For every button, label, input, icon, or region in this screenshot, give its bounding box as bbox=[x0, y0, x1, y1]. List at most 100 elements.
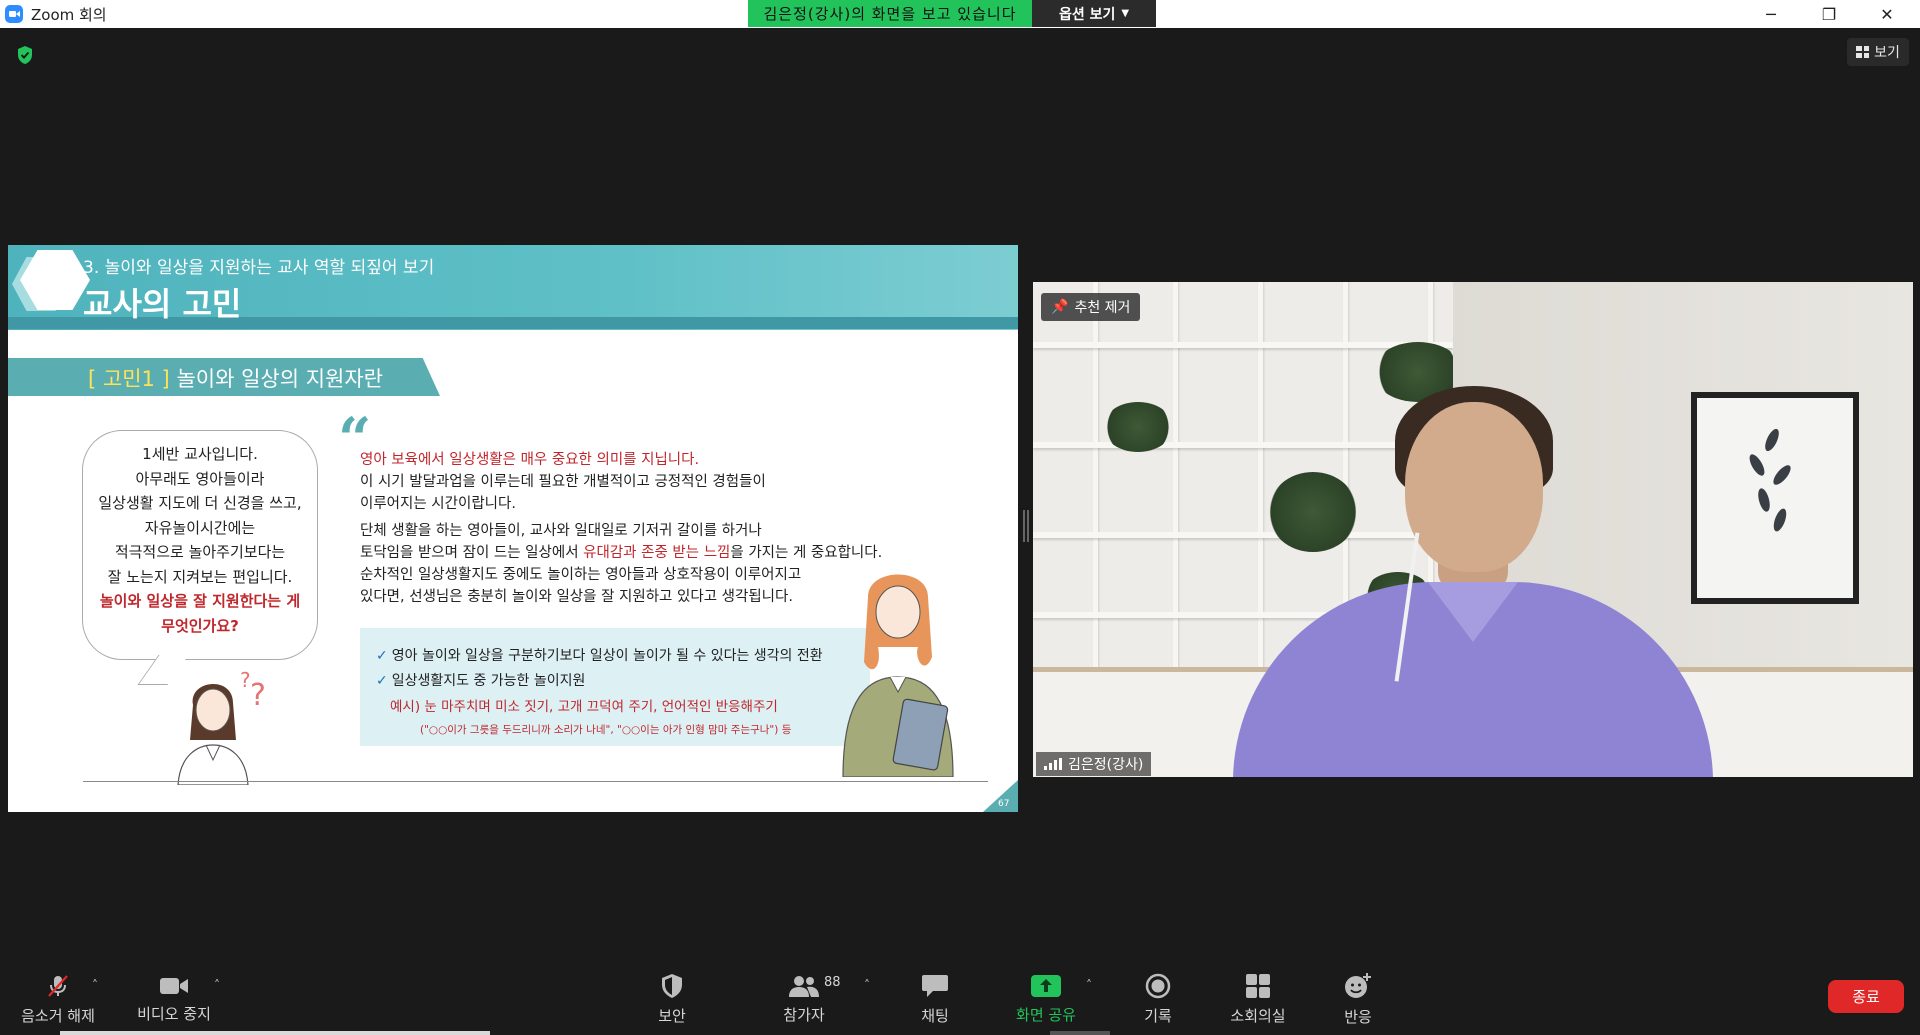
participants-icon bbox=[789, 975, 819, 997]
speech-line: 1세반 교사입니다. bbox=[142, 445, 258, 463]
share-options-caret[interactable]: ˄ bbox=[1086, 978, 1092, 992]
paragraph-2: 단체 생활을 하는 영아들이, 교사와 일대일로 기저귀 갈이를 하거나 토닥임… bbox=[360, 520, 882, 564]
paragraph-1: 영아 보육에서 일상생활은 매우 중요한 의미를 지닙니다. 이 시기 발달과업… bbox=[360, 449, 766, 515]
security-label: 보안 bbox=[658, 1006, 686, 1025]
share-screen-label: 화면 공유 bbox=[1016, 1005, 1076, 1024]
unmute-label: 음소거 해제 bbox=[21, 1006, 95, 1025]
reactions-label: 반응 bbox=[1344, 1007, 1372, 1026]
participants-button[interactable]: 참가자 bbox=[770, 963, 838, 1035]
leaf bbox=[1771, 507, 1789, 533]
speech-question: 놀이와 일상을 잘 지원한다는 게 무엇인가요? bbox=[99, 592, 301, 635]
record-button[interactable]: 기록 bbox=[1128, 963, 1188, 1035]
bottom-progress-bar bbox=[60, 1031, 490, 1035]
encryption-shield-icon[interactable] bbox=[16, 45, 34, 65]
shelf-board bbox=[1033, 442, 1453, 448]
chevron-down-icon: ▼ bbox=[1121, 8, 1130, 19]
plant bbox=[1103, 402, 1173, 452]
share-screen-button[interactable]: 화면 공유 bbox=[1008, 963, 1084, 1035]
floor-line bbox=[83, 781, 988, 782]
shield-icon bbox=[662, 973, 682, 998]
microphone-muted-icon bbox=[48, 974, 68, 997]
viewing-banner: 김은정(강사)의 화면을 보고 있습니다 bbox=[748, 0, 1032, 27]
note-example: 예시) 눈 마주치며 미소 짓기, 고개 끄덕여 주기, 언어적인 반응해주기 bbox=[390, 699, 778, 715]
paragraph-1-highlight: 영아 보육에서 일상생활은 매우 중요한 의미를 지닙니다. bbox=[360, 452, 700, 468]
smiley-add-icon bbox=[1345, 972, 1371, 998]
speech-line: 자유놀이시간에는 bbox=[144, 518, 256, 537]
leaf bbox=[1756, 487, 1772, 513]
leaf bbox=[1770, 462, 1794, 488]
paragraph-3-line: 있다면, 선생님은 충분히 놀이와 일상을 잘 지원하고 있다고 생각됩니다. bbox=[360, 589, 793, 605]
view-layout-button[interactable]: 보기 bbox=[1847, 38, 1909, 66]
slide-subtitle: 3. 놀이와 일상을 지원하는 교사 역할 되짚어 보기 bbox=[83, 258, 435, 278]
share-screen-icon bbox=[1031, 974, 1061, 997]
participant-face bbox=[1405, 402, 1543, 572]
teacher-thinking-illustration: ? ? bbox=[177, 668, 266, 785]
record-icon bbox=[1145, 973, 1171, 998]
paragraph-1-line: 이루어지는 시간이랍니다. bbox=[360, 496, 516, 512]
close-button[interactable]: ✕ bbox=[1858, 0, 1916, 28]
page-number: 67 bbox=[998, 799, 1010, 809]
audio-options-caret[interactable]: ˄ bbox=[92, 978, 98, 992]
breakout-rooms-icon bbox=[1246, 973, 1270, 998]
view-options-button[interactable]: 옵션 보기 ▼ bbox=[1032, 0, 1156, 27]
unpin-spotlight-button[interactable]: 📌 추천 제거 bbox=[1041, 293, 1141, 321]
end-meeting-button[interactable]: 종료 bbox=[1828, 980, 1904, 1013]
minimize-button[interactable]: ─ bbox=[1742, 0, 1800, 28]
note-item: ✓ 영아 놀이와 일상을 구분하기보다 일상이 놀이가 될 수 있다는 생각의 전… bbox=[376, 645, 823, 665]
splitter-handle[interactable] bbox=[1023, 510, 1029, 542]
participants-options-caret[interactable]: ˄ bbox=[864, 978, 870, 992]
note-item: ✓ 일상생활지도 중 가능한 놀이지원 bbox=[376, 670, 585, 690]
participants-label: 참가자 bbox=[783, 1005, 825, 1024]
plant bbox=[1268, 472, 1358, 552]
check-icon: ✓ bbox=[376, 673, 388, 689]
participant-name: 김은정(강사) bbox=[1068, 757, 1144, 773]
participant-video-tile[interactable] bbox=[1033, 282, 1913, 777]
speech-line: 적극적으로 놀아주기보다는 bbox=[114, 543, 286, 561]
svg-text:?: ? bbox=[240, 668, 251, 692]
zoom-window: Zoom 회의 김은정(강사)의 화면을 보고 있습니다 옵션 보기 ▼ ─ ❐… bbox=[0, 0, 1920, 1035]
check-icon: ✓ bbox=[376, 648, 388, 664]
window-title: Zoom 회의 bbox=[31, 5, 107, 24]
grid-icon bbox=[1856, 46, 1870, 58]
breakout-rooms-button[interactable]: 소회의실 bbox=[1222, 963, 1294, 1035]
speech-line: 일상생활 지도에 더 신경을 쓰고, bbox=[98, 494, 302, 512]
note-text: 일상생활지도 중 가능한 놀이지원 bbox=[391, 673, 586, 689]
zoom-app-icon bbox=[5, 5, 23, 23]
stop-video-button[interactable]: 비디오 중지 bbox=[130, 963, 218, 1035]
paragraph-3-line: 순차적인 일상생활지도 중에도 놀이하는 영아들과 상호작용이 이루어지고 bbox=[360, 567, 802, 583]
paragraph-3: 순차적인 일상생활지도 중에도 놀이하는 영아들과 상호작용이 이루어지고 있다… bbox=[360, 564, 801, 608]
note-text: 영아 놀이와 일상을 구분하기보다 일상이 놀이가 될 수 있다는 생각의 전환 bbox=[391, 648, 823, 664]
view-layout-label: 보기 bbox=[1874, 45, 1900, 61]
topic-title: 놀이와 일상의 지원자란 bbox=[176, 367, 383, 391]
view-options-label: 옵션 보기 bbox=[1058, 6, 1116, 23]
leaf bbox=[1746, 452, 1768, 478]
breakout-rooms-label: 소회의실 bbox=[1230, 1006, 1286, 1025]
speech-line: 잘 노는지 지켜보는 편입니다. bbox=[107, 567, 293, 586]
chat-button[interactable]: 채팅 bbox=[905, 963, 965, 1035]
video-options-caret[interactable]: ˄ bbox=[214, 978, 220, 992]
shared-screen-slide: 3. 놀이와 일상을 지원하는 교사 역할 되짚어 보기 교사의 고민 [ 고민… bbox=[8, 245, 1018, 812]
record-label: 기록 bbox=[1144, 1006, 1172, 1025]
reactions-button[interactable]: 반응 bbox=[1328, 963, 1388, 1035]
security-button[interactable]: 보안 bbox=[640, 963, 704, 1035]
topic-banner-text: [ 고민1 ] 놀이와 일상의 지원자란 bbox=[88, 363, 383, 393]
unmute-button[interactable]: 음소거 해제 bbox=[14, 963, 102, 1035]
paragraph-1-line: 이 시기 발달과업을 이루는데 필요한 개별적이고 긍정적인 경험들이 bbox=[360, 474, 766, 490]
chat-label: 채팅 bbox=[921, 1006, 949, 1025]
svg-text:?: ? bbox=[250, 678, 266, 713]
paragraph-2-text: 을 가지는 게 중요합니다. bbox=[730, 545, 883, 561]
paragraph-2-line: 단체 생활을 하는 영아들이, 교사와 일대일로 기저귀 갈이를 하거나 bbox=[360, 523, 762, 539]
paragraph-2-highlight: 유대감과 존중 받는 느낌 bbox=[583, 545, 731, 561]
participant-name-label: 김은정(강사) bbox=[1036, 752, 1152, 776]
paragraph-2-line: 토닥임을 받으며 잠이 드는 일상에서 유대감과 존중 받는 느낌을 가지는 게… bbox=[360, 542, 882, 564]
speech-bubble-text: 1세반 교사입니다. 아무래도 영아들이라 일상생활 지도에 더 신경을 쓰고,… bbox=[92, 442, 308, 638]
video-camera-icon bbox=[160, 977, 188, 994]
topic-number: [ 고민1 ] bbox=[88, 367, 170, 391]
wall-picture-frame bbox=[1691, 392, 1859, 604]
pin-icon: 📌 bbox=[1051, 299, 1069, 315]
stop-video-label: 비디오 중지 bbox=[137, 1004, 211, 1023]
signal-strength-icon bbox=[1044, 758, 1062, 770]
restore-button[interactable]: ❐ bbox=[1800, 0, 1858, 28]
unpin-label: 추천 제거 bbox=[1074, 300, 1131, 316]
teacher-with-tablet-illustration bbox=[842, 574, 954, 777]
